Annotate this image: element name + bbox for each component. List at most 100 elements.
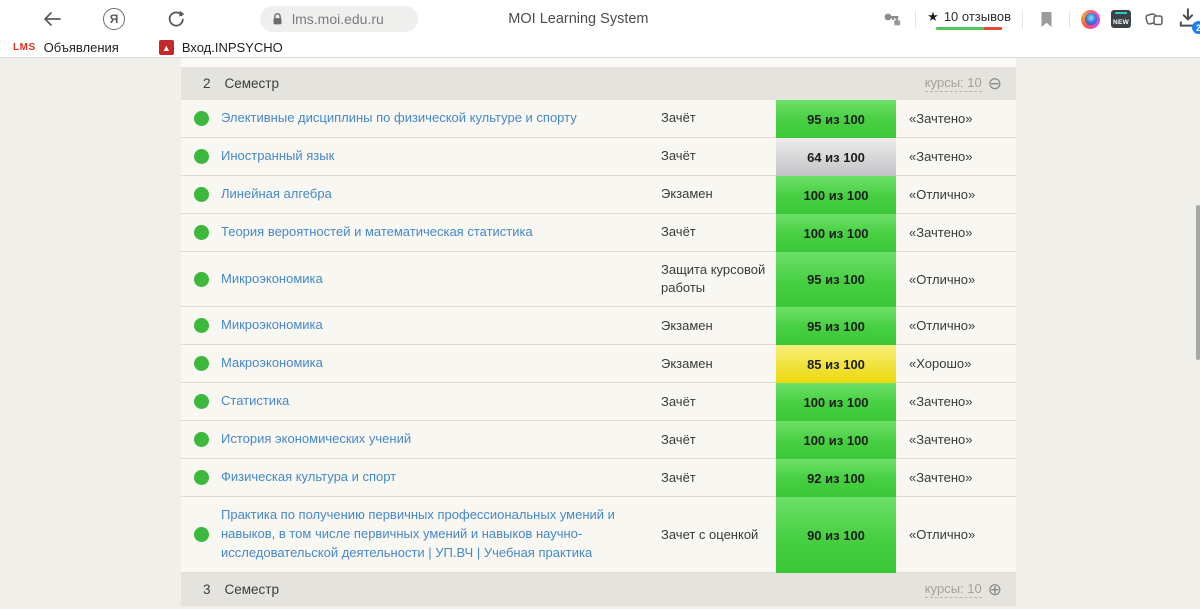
back-button[interactable] [40,7,64,31]
status-cell [181,214,221,251]
score-cell: 85 из 100 [776,345,896,383]
score-cell: 100 из 100 [776,421,896,459]
grade-value: «Отлично» [896,307,1016,344]
status-dot-icon [194,318,209,333]
course-link[interactable]: Микроэкономика [221,270,323,289]
table-row: Микроэкономика Экзамен 95 из 100 «Отличн… [181,307,1016,345]
score-badge: 100 из 100 [776,421,896,459]
address-bar[interactable]: lms.moi.edu.ru [260,6,418,32]
extension-circle-icon[interactable] [1081,10,1100,29]
download-count-badge: 2 [1192,21,1200,34]
toolbar-separator [915,11,916,28]
grade-value: «Хорошо» [896,345,1016,382]
grade-value: «Отлично» [896,497,1016,572]
expand-icon: ⊕ [988,581,1002,598]
course-cell: История экономических учений [221,421,661,458]
course-link[interactable]: Иностранный язык [221,147,334,166]
grade-value: «Отлично» [896,176,1016,213]
vertical-scrollbar[interactable] [1196,205,1200,360]
grade-value: «Зачтено» [896,100,1016,137]
rating-bar [936,27,1002,30]
bookmark-button[interactable] [1034,7,1058,31]
status-dot-icon [194,394,209,409]
exam-type: Зачёт [661,383,776,420]
score-cell: 64 из 100 [776,138,896,176]
lock-icon [270,12,285,27]
score-badge: 100 из 100 [776,383,896,421]
course-cell: Элективные дисциплины по физической куль… [221,100,661,137]
status-cell [181,459,221,496]
score-badge: 64 из 100 [776,138,896,176]
status-cell [181,138,221,175]
bookmark-item-announcements[interactable]: LMS Объявления [13,40,119,55]
exam-type: Защита курсовой работы [661,252,776,306]
course-link[interactable]: Практика по получению первичных професси… [221,506,647,563]
back-arrow-icon [42,11,62,27]
course-cell: Микроэкономика [221,252,661,306]
refresh-button[interactable] [164,7,188,31]
grades-rows: Элективные дисциплины по физической куль… [181,100,1016,573]
exam-type: Экзамен [661,176,776,213]
status-cell [181,345,221,382]
reviews-widget[interactable]: ★ 10 отзывов [927,9,1011,30]
password-manager-button[interactable] [880,7,904,31]
toolbar-separator [1022,11,1023,28]
url-text: lms.moi.edu.ru [292,11,384,27]
table-row: Элективные дисциплины по физической куль… [181,100,1016,138]
score-cell: 95 из 100 [776,100,896,138]
status-dot-icon [194,272,209,287]
score-badge: 85 из 100 [776,345,896,383]
semester-3-toggle[interactable]: курсы: 10 ⊕ [925,581,1002,598]
course-link[interactable]: Микроэкономика [221,316,323,335]
course-cell: Иностранный язык [221,138,661,175]
status-cell [181,307,221,344]
grade-value: «Зачтено» [896,421,1016,458]
yandex-home-button[interactable]: Я [102,7,126,31]
page-title: MOI Learning System [508,11,648,27]
course-link[interactable]: Теория вероятностей и математическая ста… [221,223,533,242]
collections-icon[interactable] [1142,7,1166,31]
course-link[interactable]: Статистика [221,392,289,411]
yandex-icon: Я [103,8,125,30]
table-row: Линейная алгебра Экзамен 100 из 100 «Отл… [181,176,1016,214]
table-row: Практика по получению первичных професси… [181,497,1016,573]
course-link[interactable]: Физическая культура и спорт [221,468,396,487]
downloads-button[interactable]: 2 [1177,6,1200,32]
status-cell [181,421,221,458]
extension-new-icon[interactable]: NEW [1111,10,1131,28]
key-icon [882,10,902,28]
grade-value: «Отлично» [896,252,1016,306]
inpsycho-favicon: ▲ [159,40,174,55]
course-link[interactable]: Элективные дисциплины по физической куль… [221,109,577,128]
grade-value: «Зачтено» [896,214,1016,251]
bookmark-item-inpsycho[interactable]: ▲ Вход.INPSYCHO [159,40,283,55]
course-cell: Теория вероятностей и математическая ста… [221,214,661,251]
status-dot-icon [194,225,209,240]
table-row: Микроэкономика Защита курсовой работы 95… [181,252,1016,307]
course-cell: Линейная алгебра [221,176,661,213]
table-row: Иностранный язык Зачёт 64 из 100 «Зачтен… [181,138,1016,176]
course-link[interactable]: Макроэкономика [221,354,323,373]
course-cell: Статистика [221,383,661,420]
course-link[interactable]: Линейная алгебра [221,185,332,204]
grade-value: «Зачтено» [896,383,1016,420]
course-cell: Физическая культура и спорт [221,459,661,496]
status-dot-icon [194,432,209,447]
status-dot-icon [194,149,209,164]
bookmark-flag-icon [1039,11,1054,28]
score-badge: 95 из 100 [776,252,896,307]
toolbar-separator [1069,11,1070,28]
score-badge: 95 из 100 [776,100,896,138]
status-dot-icon [194,111,209,126]
score-badge: 90 из 100 [776,497,896,573]
semester-2-toggle[interactable]: курсы: 10 ⊖ [925,75,1002,92]
previous-row-sliver [181,58,1016,67]
table-row: История экономических учений Зачёт 100 и… [181,421,1016,459]
course-link[interactable]: История экономических учений [221,430,411,449]
grade-value: «Зачтено» [896,138,1016,175]
exam-type: Экзамен [661,345,776,382]
exam-type: Зачёт [661,459,776,496]
status-cell [181,252,221,306]
table-row: Физическая культура и спорт Зачёт 92 из … [181,459,1016,497]
star-icon: ★ [927,10,939,23]
